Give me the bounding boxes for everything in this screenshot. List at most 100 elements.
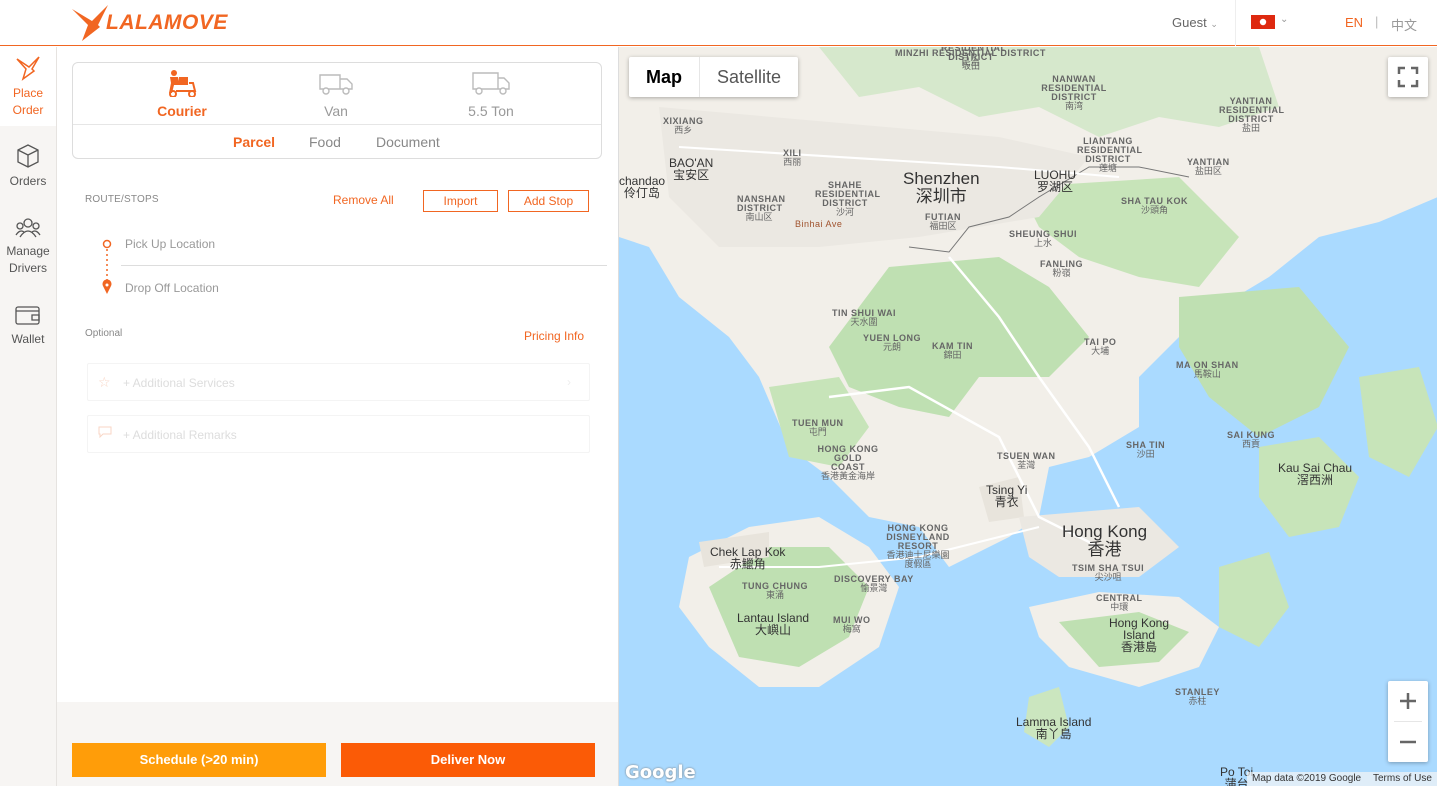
label-en: Shenzhen	[903, 169, 980, 188]
vehicle-selector: Courier Van 5.5 Ton Parcel Food Document	[72, 62, 602, 159]
map-label: LUOHU 罗湖区	[1034, 169, 1076, 193]
label-zh: 南湾	[1064, 101, 1083, 111]
map-label: CENTRAL 中環	[1096, 594, 1143, 612]
courier-icon	[169, 70, 197, 97]
language-zh[interactable]: 中文	[1391, 15, 1417, 34]
add-stop-button[interactable]: Add Stop	[508, 190, 589, 212]
label-en: YANTIAN RESIDENTIAL DISTRICT	[1219, 96, 1285, 124]
flag-glyph	[1259, 18, 1267, 26]
map-label: SHAHE RESIDENTIAL DISTRICT 沙河	[815, 181, 880, 217]
label-zh: 香港黃金海岸	[820, 471, 875, 481]
pickup-location-input[interactable]: Pick Up Location	[125, 237, 215, 251]
hong-kong-flag-icon[interactable]	[1251, 15, 1275, 29]
label-zh: 南丫島	[1035, 727, 1072, 741]
additional-services-row[interactable]: ☆ + Additional Services ›	[87, 363, 590, 401]
map-view[interactable]: MINZHI RESIDENTIAL DISTRICT 民治 RESIDENTIA…	[618, 47, 1437, 786]
map-label: FANLING 粉嶺	[1040, 260, 1083, 278]
bird-icon	[16, 56, 40, 81]
nav-orders[interactable]: Orders	[0, 143, 56, 190]
map-label: HONG KONG GOLD COAST 香港黃金海岸	[817, 445, 879, 481]
label-en: HONG KONG GOLD COAST	[817, 444, 879, 472]
label-zh: 大埔	[1091, 346, 1110, 356]
pricing-info-link[interactable]: Pricing Info	[524, 329, 584, 343]
deliver-now-button[interactable]: Deliver Now	[341, 743, 595, 777]
map-label: FUTIAN 福田区	[925, 213, 961, 231]
map-type-toggle: Map Satellite	[629, 57, 799, 97]
map-label: RESIDENTIAL DISTRICT 坂田	[941, 47, 1006, 71]
label-zh: 赤柱	[1188, 696, 1207, 706]
lalamove-logo[interactable]: LALAMOVE	[70, 2, 228, 44]
map-type-map-button[interactable]: Map	[629, 57, 700, 97]
map-label: MUI WO 梅窩	[833, 616, 871, 634]
fullscreen-button[interactable]	[1388, 57, 1428, 97]
wallet-icon	[15, 306, 40, 325]
dropoff-location-input[interactable]: Drop Off Location	[125, 281, 219, 295]
import-button[interactable]: Import	[423, 190, 498, 212]
label-zh: 沙頭角	[1140, 205, 1168, 215]
nav-place-order[interactable]: Place Order	[0, 47, 56, 126]
guest-menu[interactable]: Guest ⌄	[1172, 15, 1218, 30]
map-label: XIXIANG 西乡	[663, 117, 704, 135]
map-label: chandao 伶仃岛	[619, 175, 665, 199]
schedule-button[interactable]: Schedule (>20 min)	[72, 743, 326, 777]
label-zh: 罗湖区	[1037, 180, 1074, 194]
route-stops-label: ROUTE/STOPS	[85, 194, 159, 205]
map-label: SHEUNG SHUI 上水	[1009, 230, 1077, 248]
order-footer: Schedule (>20 min) Deliver Now	[57, 702, 618, 786]
nav-manage-drivers[interactable]: Manage Drivers	[0, 217, 56, 277]
nav-label: Place	[12, 86, 44, 100]
map-background	[619, 47, 1437, 747]
label-zh: 上水	[1034, 238, 1053, 248]
nav-label: Drivers	[9, 261, 47, 275]
map-label: Tsing Yi 青衣	[986, 484, 1027, 508]
label-zh: 荃灣	[1017, 460, 1036, 470]
box-icon	[17, 144, 39, 168]
map-label: YUEN LONG 元朗	[863, 334, 921, 352]
label-zh: 錦田	[943, 350, 962, 360]
map-label: Lamma Island 南丫島	[1016, 716, 1091, 740]
chevron-right-icon: ›	[567, 375, 571, 389]
tab-parcel[interactable]: Parcel	[233, 134, 275, 150]
tab-food[interactable]: Food	[309, 134, 341, 150]
zoom-out-icon[interactable]	[1388, 722, 1428, 762]
label-en: SHAHE RESIDENTIAL DISTRICT	[815, 180, 881, 208]
label-zh: 坂田	[961, 61, 980, 71]
guest-label: Guest	[1172, 15, 1207, 30]
side-nav: Place Order Orders Manage Drivers Wallet	[0, 47, 57, 786]
label-zh: 梅窩	[842, 624, 861, 634]
divider	[121, 265, 607, 266]
map-label: Lantau Island 大嶼山	[737, 612, 809, 636]
label-en: RESIDENTIAL DISTRICT	[941, 47, 1007, 62]
map-label-shenzhen: Shenzhen 深圳市	[903, 170, 980, 206]
label-zh: 尖沙咀	[1094, 572, 1122, 582]
truck-icon	[472, 72, 510, 95]
label-zh: 大嶼山	[755, 623, 792, 637]
label-en: Hong Kong Island	[1108, 616, 1170, 642]
label-zh: 盐田	[1241, 123, 1260, 133]
fullscreen-icon	[1397, 66, 1419, 88]
vehicle-truck[interactable]: 5.5 Ton	[441, 69, 541, 119]
vehicle-van[interactable]: Van	[286, 69, 386, 119]
label-zh: 香港迪士尼樂園度假區	[886, 550, 950, 569]
van-icon	[319, 74, 353, 95]
tab-document[interactable]: Document	[376, 134, 440, 150]
label-zh: 愉景灣	[860, 583, 888, 593]
label-zh: 伶仃岛	[624, 186, 661, 200]
label-zh: 青衣	[994, 495, 1019, 509]
additional-remarks-row[interactable]: + Additional Remarks	[87, 415, 590, 453]
language-en[interactable]: EN	[1345, 15, 1363, 30]
chevron-down-icon[interactable]: ⌄	[1280, 14, 1288, 25]
terms-of-use-link[interactable]: Terms of Use	[1373, 773, 1432, 784]
label-zh: 天水圍	[850, 317, 878, 327]
zoom-in-icon[interactable]	[1388, 681, 1428, 721]
vehicle-courier[interactable]: Courier	[132, 69, 232, 119]
top-header: LALAMOVE Guest ⌄ ⌄ EN | 中文	[0, 0, 1437, 46]
map-label: SHA TIN 沙田	[1126, 441, 1165, 459]
remove-all-button[interactable]: Remove All	[333, 193, 394, 207]
nav-wallet[interactable]: Wallet	[0, 303, 56, 348]
label-en: NANSHAN DISTRICT	[737, 194, 786, 213]
map-label: TAI PO 大埔	[1084, 338, 1116, 356]
map-label: SAI KUNG 西貢	[1227, 431, 1275, 449]
map-type-satellite-button[interactable]: Satellite	[700, 57, 798, 97]
route-line-icon	[102, 239, 112, 294]
